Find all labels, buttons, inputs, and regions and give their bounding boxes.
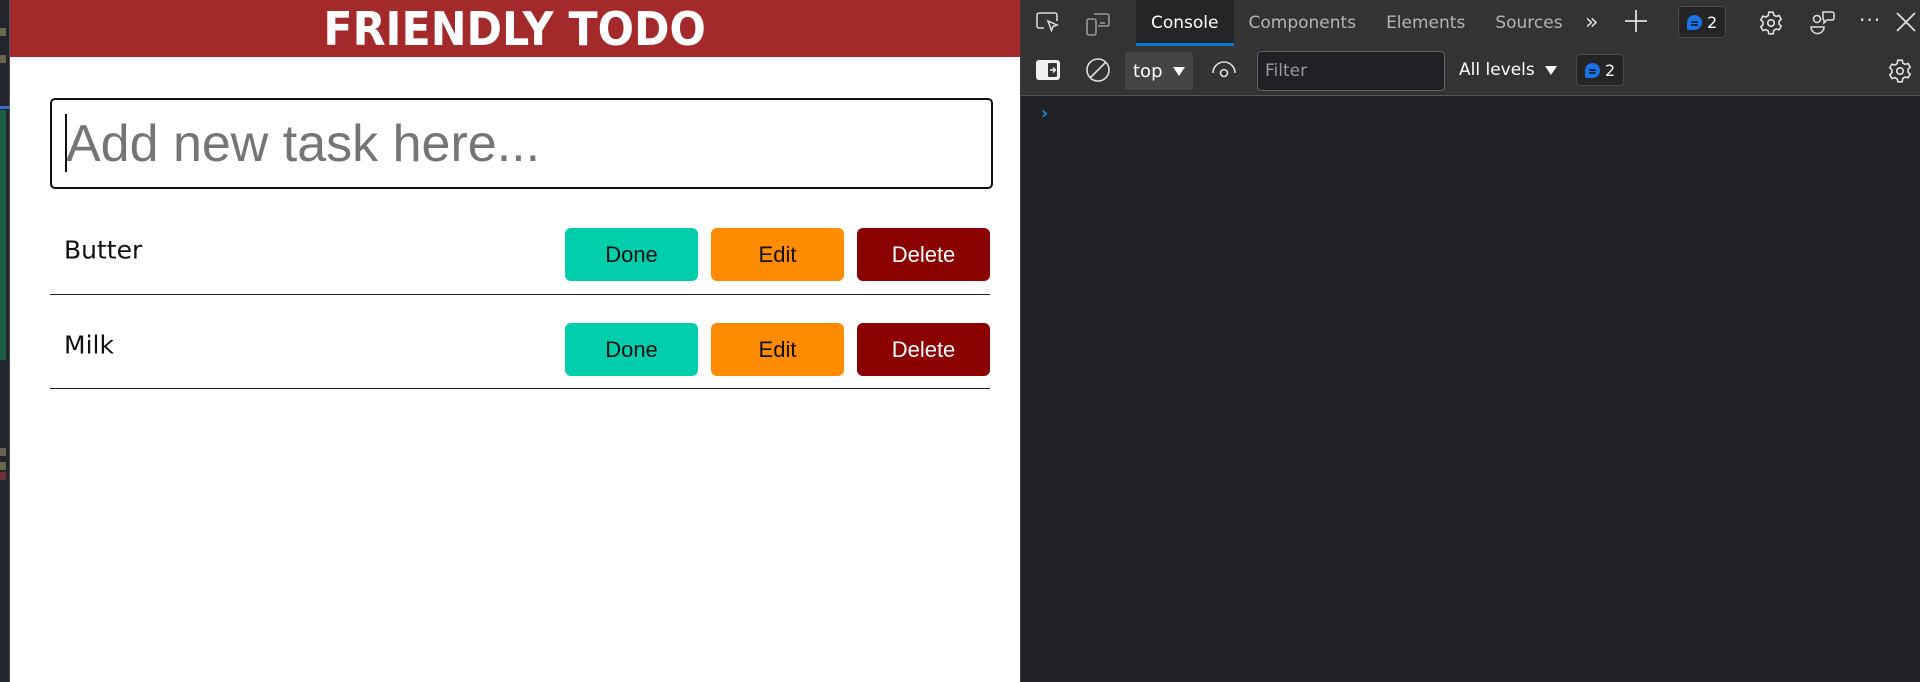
inspect-element-icon[interactable] xyxy=(1035,11,1061,35)
console-settings-gear-icon[interactable] xyxy=(1887,58,1913,84)
delete-button[interactable]: Delete xyxy=(857,228,990,281)
device-emulation-icon[interactable] xyxy=(1085,11,1111,37)
editor-gutter-strip xyxy=(0,0,10,682)
task-actions: Done Edit Delete xyxy=(565,228,990,281)
edit-button[interactable]: Edit xyxy=(711,323,844,376)
ellipsis-icon[interactable]: ··· xyxy=(1859,8,1881,32)
console-filter-input[interactable] xyxy=(1257,51,1445,91)
close-icon[interactable] xyxy=(1895,11,1917,33)
task-row: Butter Done Edit Delete xyxy=(50,200,990,295)
gutter-mark xyxy=(0,55,6,63)
tab-components[interactable]: Components xyxy=(1234,0,1372,46)
tab-elements[interactable]: Elements xyxy=(1371,0,1480,46)
devtools-panel: Console Components Elements Sources » 2 … xyxy=(1020,0,1920,682)
gutter-change-block xyxy=(0,110,6,360)
chevron-double-right-icon[interactable]: » xyxy=(1585,10,1598,35)
text-caret xyxy=(65,114,67,172)
dropdown-arrow-icon xyxy=(1544,65,1557,75)
issues-badge[interactable]: 2 xyxy=(1678,6,1727,38)
console-prompt-chevron-icon: › xyxy=(1039,103,1050,124)
edit-button[interactable]: Edit xyxy=(711,228,844,281)
gutter-mark xyxy=(0,28,6,36)
gutter-highlight-line xyxy=(0,106,10,109)
new-task-input[interactable] xyxy=(50,98,993,189)
task-actions: Done Edit Delete xyxy=(565,323,990,376)
task-row: Milk Done Edit Delete xyxy=(50,295,990,389)
gutter-error-mark xyxy=(0,472,6,480)
messages-count: 2 xyxy=(1605,60,1616,80)
app-header: FRIENDLY TODO xyxy=(10,0,1020,57)
clear-console-icon[interactable] xyxy=(1085,57,1111,83)
log-levels-value: All levels xyxy=(1459,60,1535,80)
gutter-mark xyxy=(0,448,6,456)
context-value: top xyxy=(1133,60,1163,82)
console-output[interactable]: › xyxy=(1021,97,1920,682)
console-toolbar: top All levels 2 xyxy=(1021,46,1920,96)
gear-icon[interactable] xyxy=(1758,10,1784,36)
show-sidebar-icon[interactable] xyxy=(1035,58,1061,82)
feedback-icon[interactable] xyxy=(1809,9,1837,37)
task-name: Butter xyxy=(64,235,143,265)
messages-badge[interactable]: 2 xyxy=(1576,54,1625,86)
delete-button[interactable]: Delete xyxy=(857,323,990,376)
devtools-tabs: Console Components Elements Sources xyxy=(1136,0,1578,46)
eye-icon[interactable] xyxy=(1211,59,1237,81)
gutter-mark xyxy=(0,462,6,470)
context-selector[interactable]: top xyxy=(1125,52,1193,90)
done-button[interactable]: Done xyxy=(565,323,698,376)
tab-sources[interactable]: Sources xyxy=(1480,0,1577,46)
issues-count: 2 xyxy=(1707,12,1718,32)
task-name: Milk xyxy=(64,329,114,359)
task-list: Butter Done Edit Delete Milk Done Edit D… xyxy=(50,200,990,389)
devtools-tab-bar: Console Components Elements Sources » 2 … xyxy=(1021,0,1920,46)
message-icon xyxy=(1585,62,1600,78)
tab-console[interactable]: Console xyxy=(1136,0,1234,46)
message-icon xyxy=(1687,14,1702,30)
todo-page: FRIENDLY TODO Butter Done Edit Delete Mi… xyxy=(10,0,1020,682)
done-button[interactable]: Done xyxy=(565,228,698,281)
app-title: FRIENDLY TODO xyxy=(323,1,707,56)
log-levels-dropdown[interactable]: All levels xyxy=(1459,60,1557,80)
dropdown-arrow-icon xyxy=(1172,66,1185,76)
plus-icon[interactable] xyxy=(1624,9,1648,33)
